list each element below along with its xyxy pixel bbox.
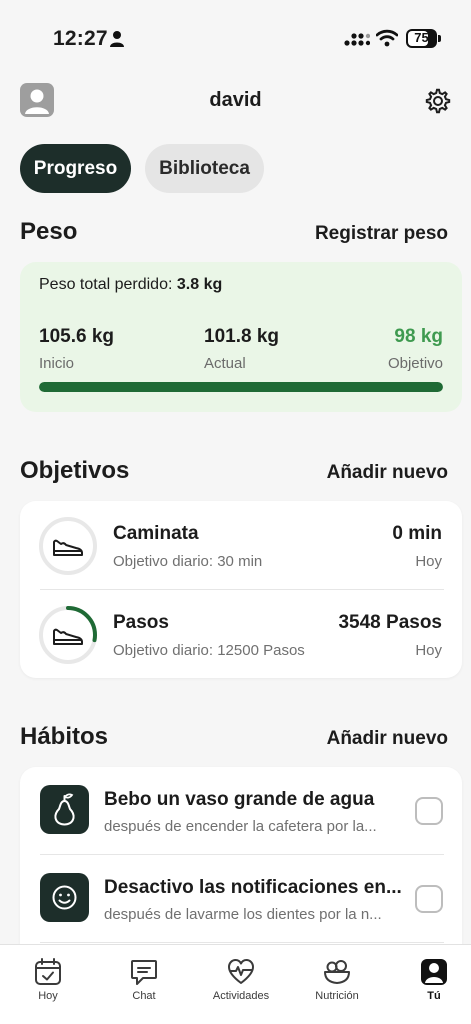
smiley-icon [52,885,77,910]
tabbar-item-actividades[interactable]: Actividades [194,945,288,1015]
tabbar-label: Chat [132,990,156,1002]
habit-icon-tile [40,873,89,922]
tabbar-item-hoy[interactable]: Hoy [1,945,95,1015]
goals-card: Caminata Objetivo diario: 30 min 0 min H… [20,501,462,678]
wifi-icon [376,29,398,47]
heart-pulse-icon [228,959,254,984]
tab-progreso[interactable]: Progreso [20,144,131,193]
habit-name: Desactivo las notificaciones en... [104,877,402,898]
tab-biblioteca[interactable]: Biblioteca [145,144,264,193]
goal-value: 3548 Pasos [338,612,442,633]
current-weight-label: Actual [204,355,246,372]
goal-progress-ring [39,606,97,664]
goal-name: Pasos [113,612,169,633]
goal-weight-label: Objetivo [387,355,443,372]
goal-progress-ring [39,517,97,575]
bowl-icon [324,960,350,984]
weight-progress-fill [39,382,443,392]
register-weight-button[interactable]: Registrar peso [315,223,448,245]
tabbar-label: Tú [427,990,441,1002]
tabbar-label: Nutrición [315,990,359,1002]
calendar-check-icon [35,958,61,985]
add-habit-button[interactable]: Añadir nuevo [327,728,448,750]
goal-when: Hoy [415,642,442,659]
weight-section-title: Peso [20,218,78,245]
goal-subtitle: Objetivo diario: 12500 Pasos [113,642,305,659]
shoe-icon [53,539,83,556]
goal-value: 0 min [392,523,442,544]
total-lost-label: Peso total perdido: [39,276,173,293]
status-bar: 12:27 75 [0,0,471,60]
habits-section-title: Hábitos [20,723,109,750]
username: david [209,89,262,111]
start-weight-label: Inicio [39,355,75,372]
current-weight: 101.8 kg [204,326,279,347]
habit-subtitle: después de encender la cafetera por la..… [104,818,377,835]
goal-weight: 98 kg [394,326,443,347]
tabbar-item-tu[interactable]: Tú [387,945,471,1015]
tabbar-item-nutricion[interactable]: Nutrición [290,945,384,1015]
gear-icon[interactable] [424,87,452,115]
habit-name: Bebo un vaso grande de agua [104,789,375,810]
habit-subtitle: después de lavarme los dientes por la n.… [104,906,382,923]
goal-item[interactable]: Pasos Objetivo diario: 12500 Pasos 3548 … [20,590,462,678]
habit-item[interactable]: Desactivo las notificaciones en... despu… [20,855,462,943]
tabbar-label: Actividades [212,990,270,1002]
signal-icon [344,33,370,46]
goal-subtitle: Objetivo diario: 30 min [113,553,263,570]
goals-section-title: Objetivos [20,457,130,484]
shoe-icon [53,628,83,645]
habits-card: Bebo un vaso grande de agua después de e… [20,767,462,967]
start-weight: 105.6 kg [39,326,114,347]
tabbar-label: Hoy [38,990,58,1002]
divider [40,942,444,943]
habit-checkbox[interactable] [415,797,443,825]
habit-checkbox[interactable] [415,885,443,913]
total-lost: Peso total perdido: 3.8 kg [39,276,222,294]
habit-icon-tile [40,785,89,834]
profile-icon [421,959,447,985]
chat-icon [131,960,157,985]
goal-item[interactable]: Caminata Objetivo diario: 30 min 0 min H… [20,501,462,589]
battery-level: 75 [414,30,429,45]
battery-indicator: 75 [406,29,441,48]
weight-progress-bar [39,382,443,392]
add-goal-button[interactable]: Añadir nuevo [327,462,448,484]
weight-card: Peso total perdido: 3.8 kg 105.6 kg Inic… [20,262,462,412]
pear-icon [54,793,75,826]
total-lost-value: 3.8 kg [176,276,223,293]
person-icon [110,31,124,47]
goal-when: Hoy [415,553,442,570]
profile-header: david [0,80,471,120]
status-time: 12:27 [53,27,108,50]
habit-item[interactable]: Bebo un vaso grande de agua después de e… [20,767,462,855]
goal-name: Caminata [113,523,199,544]
tabbar-item-chat[interactable]: Chat [97,945,191,1015]
bottom-tab-bar: Hoy Chat Actividades Nutrición Tú [0,944,471,1024]
